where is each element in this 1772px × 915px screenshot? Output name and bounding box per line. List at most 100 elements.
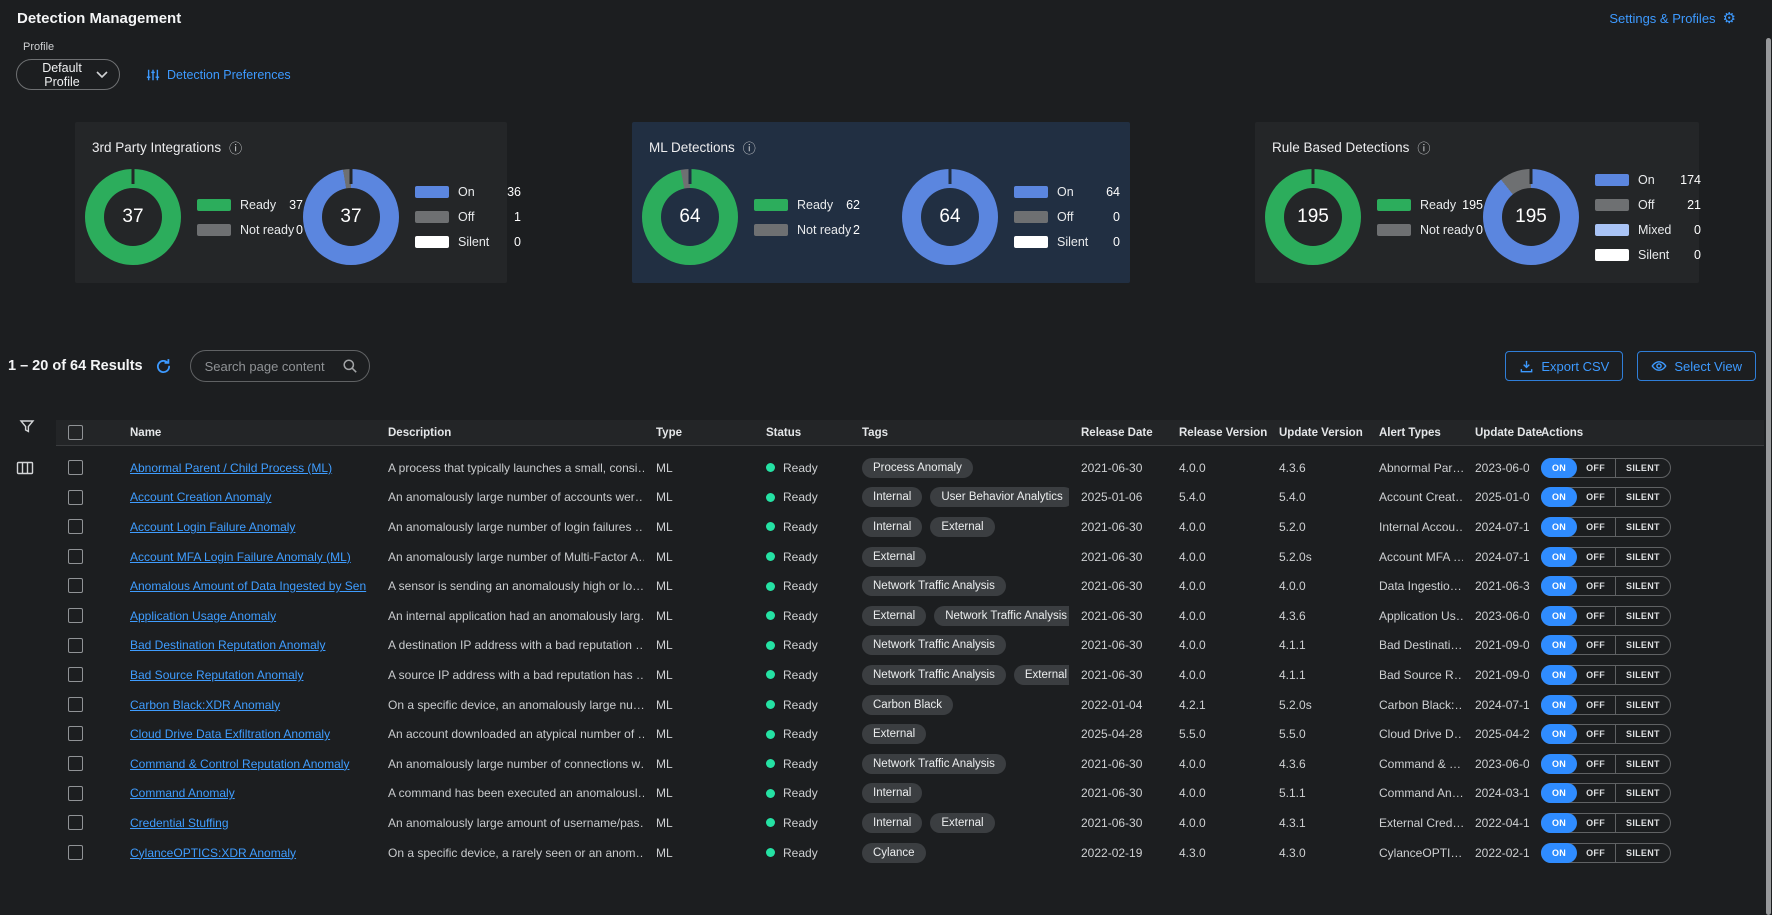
detection-name-link[interactable]: Abnormal Parent / Child Process (ML): [130, 461, 332, 475]
info-icon[interactable]: ⓘ: [743, 138, 756, 157]
action-silent-button[interactable]: SILENT: [1615, 577, 1670, 595]
release-date-cell: 2025-04-28: [1069, 727, 1167, 741]
detection-name-link[interactable]: Cloud Drive Data Exfiltration Anomaly: [130, 727, 330, 741]
alert-types-cell: Abnormal Par…: [1367, 461, 1463, 475]
row-checkbox[interactable]: [68, 697, 83, 712]
detection-name-link[interactable]: Command Anomaly: [130, 786, 235, 800]
summary-card[interactable]: 3rd Party Integrationsⓘ37Ready37Not read…: [75, 122, 507, 283]
action-off-button[interactable]: OFF: [1576, 636, 1615, 654]
action-silent-button[interactable]: SILENT: [1615, 548, 1670, 566]
action-off-button[interactable]: OFF: [1576, 548, 1615, 566]
table-row: Anomalous Amount of Data Ingested by Sen…: [56, 571, 1764, 601]
action-silent-button[interactable]: SILENT: [1615, 725, 1670, 743]
detection-preferences-link[interactable]: Detection Preferences: [146, 68, 291, 82]
action-silent-button[interactable]: SILENT: [1615, 755, 1670, 773]
detection-name-link[interactable]: Account Creation Anomaly: [130, 490, 271, 504]
action-silent-button[interactable]: SILENT: [1615, 666, 1670, 684]
action-on-button[interactable]: ON: [1541, 724, 1577, 744]
action-silent-button[interactable]: SILENT: [1615, 459, 1670, 477]
detection-name-link[interactable]: Account MFA Login Failure Anomaly (ML): [130, 550, 351, 564]
row-checkbox[interactable]: [68, 786, 83, 801]
action-off-button[interactable]: OFF: [1576, 844, 1615, 862]
action-off-button[interactable]: OFF: [1576, 607, 1615, 625]
row-checkbox[interactable]: [68, 667, 83, 682]
update-date-cell: 2022-04-1: [1463, 816, 1529, 830]
row-checkbox[interactable]: [68, 845, 83, 860]
action-off-button[interactable]: OFF: [1576, 459, 1615, 477]
action-silent-button[interactable]: SILENT: [1615, 518, 1670, 536]
action-on-button[interactable]: ON: [1541, 606, 1577, 626]
action-off-button[interactable]: OFF: [1576, 488, 1615, 506]
action-on-button[interactable]: ON: [1541, 813, 1577, 833]
summary-card[interactable]: ML Detectionsⓘ64Ready62Not ready264On64O…: [632, 122, 1130, 283]
detection-name-link[interactable]: Credential Stuffing: [130, 816, 229, 830]
action-off-button[interactable]: OFF: [1576, 518, 1615, 536]
action-silent-button[interactable]: SILENT: [1615, 814, 1670, 832]
update-version-cell: 5.1.1: [1267, 786, 1367, 800]
refresh-button[interactable]: [155, 358, 172, 375]
info-icon[interactable]: ⓘ: [229, 138, 242, 157]
action-silent-button[interactable]: SILENT: [1615, 784, 1670, 802]
action-on-button[interactable]: ON: [1541, 754, 1577, 774]
alert-types-cell: Internal Accou…: [1367, 520, 1463, 534]
row-checkbox[interactable]: [68, 490, 83, 505]
action-off-button[interactable]: OFF: [1576, 577, 1615, 595]
action-on-button[interactable]: ON: [1541, 635, 1577, 655]
export-csv-button[interactable]: Export CSV: [1505, 351, 1623, 381]
alert-types-cell: CylanceOPTI…: [1367, 846, 1463, 860]
action-silent-button[interactable]: SILENT: [1615, 488, 1670, 506]
action-on-button[interactable]: ON: [1541, 547, 1577, 567]
row-checkbox[interactable]: [68, 756, 83, 771]
action-off-button[interactable]: OFF: [1576, 725, 1615, 743]
table-row: CylanceOPTICS:XDR AnomalyOn a specific d…: [56, 838, 1764, 868]
action-off-button[interactable]: OFF: [1576, 696, 1615, 714]
action-off-button[interactable]: OFF: [1576, 666, 1615, 684]
action-silent-button[interactable]: SILENT: [1615, 696, 1670, 714]
action-off-button[interactable]: OFF: [1576, 755, 1615, 773]
status-dot: [766, 789, 775, 798]
detection-name-link[interactable]: Account Login Failure Anomaly: [130, 520, 295, 534]
row-checkbox[interactable]: [68, 726, 83, 741]
status-dot: [766, 730, 775, 739]
action-silent-button[interactable]: SILENT: [1615, 636, 1670, 654]
action-off-button[interactable]: OFF: [1576, 814, 1615, 832]
action-on-button[interactable]: ON: [1541, 695, 1577, 715]
vertical-scrollbar[interactable]: [1766, 38, 1771, 915]
detection-name-link[interactable]: Anomalous Amount of Data Ingested by Sen: [130, 579, 366, 593]
status-label: Ready: [783, 727, 818, 741]
settings-profiles-link[interactable]: Settings & Profiles ⚙: [1609, 11, 1736, 26]
detection-name-link[interactable]: CylanceOPTICS:XDR Anomaly: [130, 846, 296, 860]
detection-name-link[interactable]: Command & Control Reputation Anomaly: [130, 757, 349, 771]
update-date-cell: 2022-02-1: [1463, 846, 1529, 860]
filter-button[interactable]: [19, 419, 35, 434]
row-checkbox[interactable]: [68, 815, 83, 830]
action-on-button[interactable]: ON: [1541, 783, 1577, 803]
row-checkbox[interactable]: [68, 519, 83, 534]
action-off-button[interactable]: OFF: [1576, 784, 1615, 802]
detection-name-link[interactable]: Bad Source Reputation Anomaly: [130, 668, 303, 682]
action-on-button[interactable]: ON: [1541, 458, 1577, 478]
description-cell: On a specific device, an anomalously lar…: [376, 698, 644, 712]
description-cell: An internal application had an anomalous…: [376, 609, 644, 623]
detection-name-link[interactable]: Bad Destination Reputation Anomaly: [130, 638, 325, 652]
detection-name-link[interactable]: Application Usage Anomaly: [130, 609, 276, 623]
row-checkbox[interactable]: [68, 608, 83, 623]
summary-card[interactable]: Rule Based Detectionsⓘ195Ready195Not rea…: [1255, 122, 1699, 283]
action-on-button[interactable]: ON: [1541, 843, 1577, 863]
action-on-button[interactable]: ON: [1541, 665, 1577, 685]
action-on-button[interactable]: ON: [1541, 576, 1577, 596]
row-checkbox[interactable]: [68, 578, 83, 593]
action-silent-button[interactable]: SILENT: [1615, 844, 1670, 862]
select-all-checkbox[interactable]: [68, 425, 83, 440]
row-checkbox[interactable]: [68, 638, 83, 653]
detection-name-link[interactable]: Carbon Black:XDR Anomaly: [130, 698, 280, 712]
action-on-button[interactable]: ON: [1541, 487, 1577, 507]
columns-button[interactable]: [16, 461, 34, 475]
action-silent-button[interactable]: SILENT: [1615, 607, 1670, 625]
row-checkbox[interactable]: [68, 460, 83, 475]
select-view-button[interactable]: Select View: [1637, 351, 1756, 381]
row-checkbox[interactable]: [68, 549, 83, 564]
info-icon[interactable]: ⓘ: [1417, 138, 1430, 157]
action-on-button[interactable]: ON: [1541, 517, 1577, 537]
profile-dropdown[interactable]: Default Profile: [16, 59, 120, 90]
